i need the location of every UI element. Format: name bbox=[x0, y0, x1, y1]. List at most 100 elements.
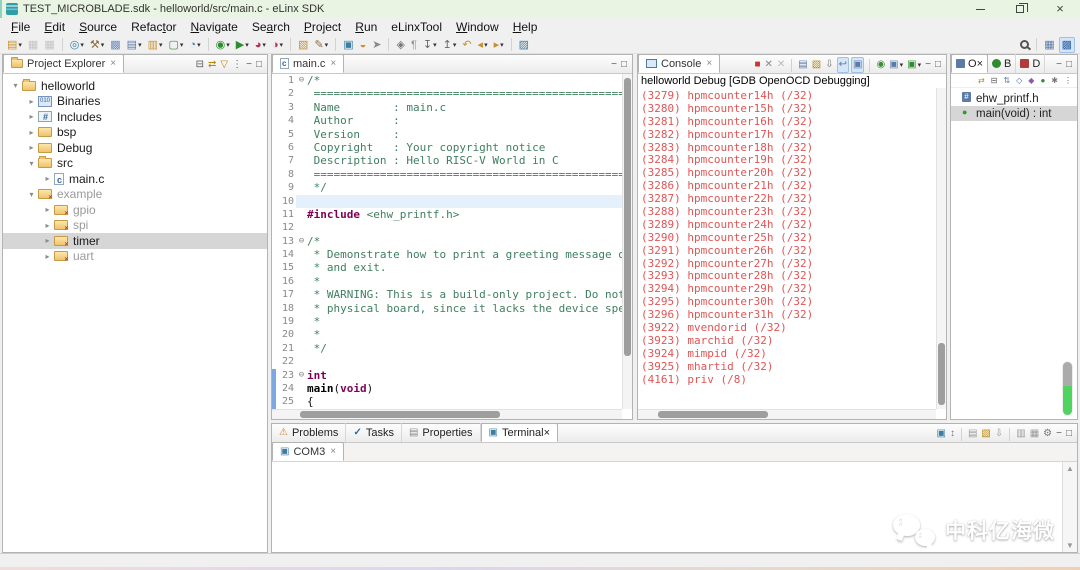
code-line[interactable]: 5 Version : bbox=[272, 128, 622, 141]
copy-output-icon[interactable]: ▤ bbox=[797, 57, 808, 73]
minimize-icon[interactable]: − bbox=[1055, 426, 1063, 442]
pin-console-icon[interactable]: ◉ bbox=[875, 57, 886, 73]
menu-project[interactable]: Project bbox=[297, 19, 348, 35]
restore-button[interactable] bbox=[1000, 0, 1040, 18]
menu-elinxtool[interactable]: eLinxTool bbox=[384, 19, 449, 35]
chevron-right-icon[interactable]: ▸ bbox=[25, 97, 38, 106]
forward-icon[interactable]: ▸▾ bbox=[492, 37, 506, 53]
scroll-lock-icon[interactable]: ⇩ bbox=[824, 57, 834, 73]
code-line[interactable]: 18 * physical board, since it lacks the … bbox=[272, 302, 622, 315]
build-icon[interactable]: ⚒▾ bbox=[88, 37, 106, 53]
close-icon[interactable]: × bbox=[706, 58, 712, 69]
chevron-down-icon[interactable]: ▾ bbox=[25, 190, 38, 199]
scroll-down-icon[interactable]: ▼ bbox=[1066, 541, 1074, 550]
chevron-right-icon[interactable]: ▸ bbox=[25, 128, 38, 137]
menu-help[interactable]: Help bbox=[506, 19, 545, 35]
new-wizard-icon[interactable]: ▤▾ bbox=[5, 37, 24, 53]
filters-icon[interactable]: ✱ bbox=[1049, 73, 1060, 89]
launch-target-icon[interactable]: ◎▾ bbox=[68, 37, 86, 53]
show-whitespace-icon[interactable]: ¶ bbox=[409, 37, 419, 53]
maximize-icon[interactable]: □ bbox=[1065, 57, 1073, 73]
editor-horizontal-scrollbar[interactable] bbox=[272, 409, 622, 419]
search-actions-icon[interactable]: ◔▾ bbox=[187, 37, 202, 53]
clear-console-icon[interactable]: ▧ bbox=[811, 57, 822, 73]
scrollbar-thumb[interactable] bbox=[624, 78, 631, 356]
open-console-icon[interactable]: ▣▾ bbox=[906, 57, 922, 73]
hide-non-public-icon[interactable]: ● bbox=[1038, 73, 1047, 89]
close-icon[interactable]: × bbox=[110, 58, 116, 69]
outline-item-main-void-int[interactable]: main(void) : int bbox=[951, 106, 1077, 121]
code-line[interactable]: 16 * bbox=[272, 275, 622, 288]
chevron-right-icon[interactable]: ▸ bbox=[25, 143, 38, 152]
highlight-icon[interactable]: ◒ bbox=[358, 37, 369, 53]
tree-item-helloworld[interactable]: ▾helloworld bbox=[3, 78, 267, 94]
tree-item-includes[interactable]: ▸Includes bbox=[3, 109, 267, 125]
annotate-icon[interactable]: ✎▾ bbox=[312, 37, 330, 53]
menu-navigate[interactable]: Navigate bbox=[183, 19, 244, 35]
code-line[interactable]: 15 * and exit. bbox=[272, 261, 622, 274]
menu-file[interactable]: File bbox=[4, 19, 37, 35]
copy-all-icon[interactable]: ▥ bbox=[1015, 426, 1026, 442]
close-button[interactable]: × bbox=[1040, 0, 1080, 18]
toggle-split-icon[interactable]: ↕ bbox=[949, 426, 956, 442]
display-selected-console-icon[interactable]: ▣▾ bbox=[888, 57, 904, 73]
chevron-right-icon[interactable]: ▸ bbox=[41, 174, 54, 183]
tab-console[interactable]: Console × bbox=[638, 54, 720, 73]
collapse-all-icon[interactable]: ⊟ bbox=[195, 57, 205, 73]
tab-main-c[interactable]: main.c × bbox=[272, 54, 344, 73]
save-icon[interactable]: ▦ bbox=[26, 37, 40, 53]
coverage-icon[interactable]: ◑▾ bbox=[270, 37, 285, 53]
console-vertical-scrollbar[interactable] bbox=[936, 88, 946, 409]
close-icon[interactable]: × bbox=[330, 58, 336, 69]
editor-vertical-scrollbar[interactable] bbox=[622, 74, 632, 409]
menu-source[interactable]: Source bbox=[72, 19, 124, 35]
scrollbar-thumb[interactable] bbox=[658, 411, 768, 418]
new-source-file-icon[interactable]: ▢▾ bbox=[167, 37, 186, 53]
maximize-icon[interactable]: □ bbox=[620, 57, 628, 73]
tree-item-uart[interactable]: ▸uart bbox=[3, 249, 267, 265]
tab-com3[interactable]: COM3 × bbox=[272, 442, 344, 461]
next-annotation-icon[interactable]: ↧▾ bbox=[421, 37, 439, 53]
menu-refactor[interactable]: Refactor bbox=[124, 19, 183, 35]
terminal-icon[interactable]: ▣ bbox=[341, 37, 355, 53]
code-line[interactable]: 1⊖/* bbox=[272, 74, 622, 87]
tree-item-spi[interactable]: ▸spi bbox=[3, 218, 267, 234]
new-folder-icon[interactable]: ▥▾ bbox=[146, 37, 165, 53]
view-menu-icon[interactable]: ⋮ bbox=[231, 57, 243, 73]
tab-properties[interactable]: Properties bbox=[402, 423, 481, 442]
remove-launch-icon[interactable]: ✕ bbox=[764, 57, 774, 73]
open-terminal-icon[interactable]: ▣ bbox=[935, 426, 946, 442]
code-line[interactable]: 12 bbox=[272, 221, 622, 234]
paste-icon[interactable]: ▦ bbox=[1029, 426, 1040, 442]
link-with-editor-icon[interactable]: ⇄ bbox=[207, 57, 217, 73]
chevron-right-icon[interactable]: ▸ bbox=[41, 252, 54, 261]
open-perspective-icon[interactable]: ▦ bbox=[1042, 37, 1056, 53]
filter-icon[interactable]: ▽ bbox=[219, 57, 229, 73]
hide-static-members-icon[interactable]: ◆ bbox=[1026, 73, 1036, 89]
new-c-project-icon[interactable]: ▤▾ bbox=[125, 37, 144, 53]
chevron-down-icon[interactable]: ▾ bbox=[9, 81, 22, 90]
menu-run[interactable]: Run bbox=[348, 19, 384, 35]
tree-item-bsp[interactable]: ▸bsp bbox=[3, 125, 267, 141]
maximize-icon[interactable]: □ bbox=[255, 57, 263, 73]
minimize-icon[interactable]: − bbox=[924, 57, 932, 73]
code-line[interactable]: 10 bbox=[272, 195, 622, 208]
chevron-down-icon[interactable]: ▾ bbox=[25, 159, 38, 168]
menu-search[interactable]: Search bbox=[245, 19, 297, 35]
build-all-icon[interactable]: ▩ bbox=[108, 37, 122, 53]
fold-collapse-icon[interactable]: ⊖ bbox=[296, 235, 307, 248]
chevron-right-icon[interactable]: ▸ bbox=[41, 205, 54, 214]
minimize-icon[interactable]: − bbox=[610, 57, 618, 73]
current-perspective-icon[interactable]: ▩ bbox=[1059, 37, 1075, 53]
scrollbar-thumb[interactable] bbox=[938, 343, 945, 405]
code-line[interactable]: 7 Description : Hello RISC-V World in C bbox=[272, 154, 622, 167]
show-on-output-icon[interactable]: ▣ bbox=[851, 57, 864, 73]
code-line[interactable]: 4 Author : bbox=[272, 114, 622, 127]
chevron-right-icon[interactable]: ▸ bbox=[25, 112, 38, 121]
project-tree[interactable]: ▾helloworld▸Binaries▸Includes▸bsp▸Debug▾… bbox=[3, 74, 267, 264]
scrollbar-thumb[interactable] bbox=[300, 411, 500, 418]
tab-problems[interactable]: Problems bbox=[272, 423, 346, 442]
tab-breakpoints[interactable]: B bbox=[988, 54, 1016, 73]
tab-tasks[interactable]: Tasks bbox=[346, 423, 402, 442]
clear-terminal-icon[interactable]: ▧ bbox=[980, 426, 991, 442]
